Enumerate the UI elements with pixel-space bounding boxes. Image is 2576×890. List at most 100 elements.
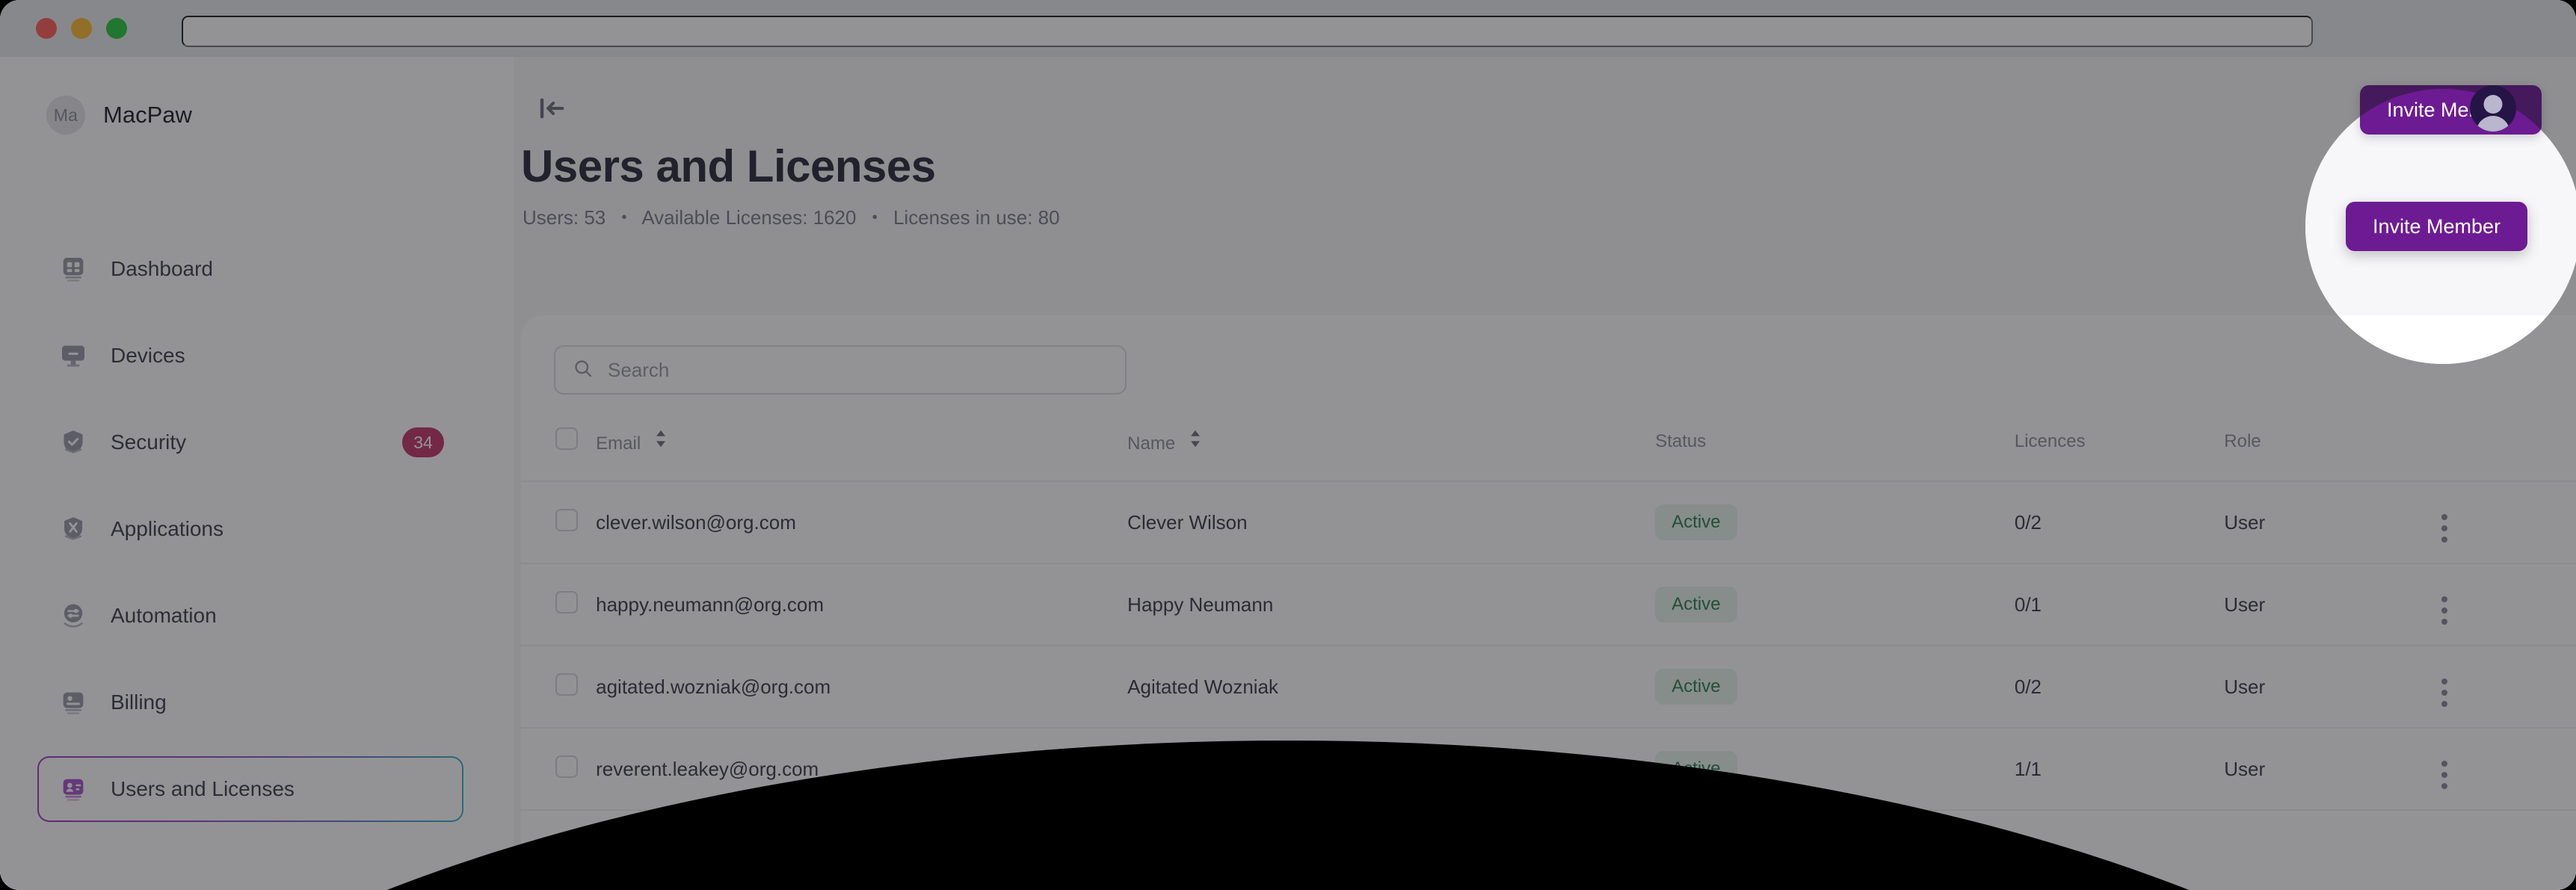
column-header-name[interactable]: Name	[1127, 427, 1655, 481]
sidebar-item-automation[interactable]: Automation	[37, 583, 463, 649]
window-titlebar	[0, 0, 2576, 57]
sidebar-item-label: Dashboard	[111, 257, 213, 280]
cell-role	[2224, 809, 2441, 890]
organization-name: MacPaw	[103, 102, 192, 128]
row-checkbox[interactable]	[555, 755, 578, 778]
organization-switcher[interactable]: Ma MacPaw	[46, 96, 192, 135]
row-select-cell	[521, 563, 597, 646]
main-content: Users and Licenses Users: 53 • Available…	[514, 57, 2576, 890]
cell-email: clever.wilson@org.com	[596, 480, 1128, 563]
billing-icon	[57, 686, 90, 719]
zoom-window-button[interactable]	[106, 18, 127, 39]
sidebar-item-applications[interactable]: Applications	[37, 496, 463, 562]
select-all-header	[521, 427, 596, 481]
column-label: Email	[596, 433, 641, 454]
table-row[interactable]: determined.wil	[521, 809, 2576, 890]
organization-avatar: Ma	[46, 96, 85, 135]
close-window-button[interactable]	[36, 18, 57, 39]
cell-email: agitated.wozniak@org.com	[596, 645, 1128, 728]
row-checkbox[interactable]	[555, 838, 578, 860]
cell-status	[1655, 809, 2015, 890]
cell-email: reverent.leakey@org.com	[596, 727, 1128, 810]
page-stats: Users: 53 • Available Licenses: 1620 • L…	[523, 206, 1060, 229]
avatar-body	[2476, 116, 2510, 132]
invite-member-button-highlighted[interactable]: Invite Member	[2346, 202, 2528, 251]
column-header-email[interactable]: Email	[596, 427, 1127, 481]
cell-name: Agitated Wozniak	[1127, 645, 1656, 728]
row-menu-icon[interactable]	[2441, 596, 2447, 625]
cell-actions	[2441, 809, 2576, 890]
page-body: Ma MacPaw Dashboard Devices Security 34 …	[0, 57, 2576, 890]
sidebar-nav: Dashboard Devices Security 34 Applicatio…	[37, 236, 463, 843]
row-menu-icon[interactable]	[2441, 761, 2447, 789]
cell-role: User	[2224, 563, 2441, 646]
automation-icon	[57, 599, 90, 632]
traffic-lights	[36, 18, 127, 39]
table-header-row: Email Name Status Licences Role	[521, 427, 2576, 481]
user-avatar-icon[interactable]	[2470, 85, 2516, 132]
table-row[interactable]: agitated.wozniak@org.com Agitated Woznia…	[521, 645, 2576, 728]
cell-name: Happy Neumann	[1127, 563, 1656, 646]
stat-licenses-in-use: Licenses in use: 80	[893, 206, 1060, 229]
cell-role: User	[2224, 645, 2441, 728]
cell-status: Active	[1655, 480, 2015, 563]
avatar-head	[2483, 95, 2503, 114]
sidebar-item-label: Applications	[111, 517, 224, 540]
sort-icon[interactable]	[653, 429, 668, 454]
security-alert-badge: 34	[402, 427, 444, 457]
users-table-head: Email Name Status Licences Role	[521, 427, 2576, 481]
sidebar-item-dashboard[interactable]: Dashboard	[37, 236, 463, 302]
sidebar-item-label: Billing	[111, 690, 167, 714]
status-badge: Active	[1655, 751, 1737, 787]
sort-icon[interactable]	[1188, 429, 1203, 454]
cell-status: Active	[1655, 645, 2015, 728]
table-row[interactable]: clever.wilson@org.com Clever Wilson Acti…	[521, 480, 2576, 563]
cell-licences: 0/1	[2014, 563, 2225, 646]
sidebar-item-billing[interactable]: Billing	[37, 670, 463, 735]
row-menu-icon[interactable]	[2441, 679, 2447, 707]
sidebar-item-devices[interactable]: Devices	[37, 323, 463, 389]
row-menu-icon[interactable]	[2441, 514, 2447, 543]
cell-role: User	[2224, 727, 2441, 810]
column-header-actions	[2441, 427, 2576, 481]
stat-available-licenses: Available Licenses: 1620	[641, 206, 857, 229]
sidebar-item-users-and-licenses[interactable]: Users and Licenses	[37, 756, 463, 822]
status-badge: Active	[1655, 504, 1737, 540]
sidebar-item-label: Automation	[111, 604, 217, 627]
cell-licences	[2014, 809, 2225, 890]
cell-licences: 1/1	[2014, 727, 2225, 810]
address-bar-input[interactable]	[182, 16, 2313, 47]
sidebar-item-security[interactable]: Security 34	[37, 410, 463, 475]
row-checkbox[interactable]	[555, 508, 578, 531]
cell-actions	[2441, 727, 2576, 810]
page-title: Users and Licenses	[521, 141, 936, 191]
row-checkbox[interactable]	[555, 673, 578, 696]
status-badge: Active	[1655, 669, 1737, 705]
search-input[interactable]	[608, 358, 1109, 382]
collapse-sidebar-icon[interactable]	[526, 84, 576, 133]
shield-icon	[57, 426, 90, 459]
select-all-checkbox[interactable]	[555, 427, 578, 450]
users-icon	[57, 773, 90, 806]
sidebar-item-label: Devices	[111, 344, 185, 367]
search-box[interactable]	[554, 345, 1127, 395]
column-header-role: Role	[2224, 430, 2261, 451]
cell-name: Reverent Leakey	[1127, 727, 1656, 810]
cell-name: Clever Wilson	[1127, 480, 1656, 563]
cell-role: User	[2224, 480, 2441, 563]
search-icon	[572, 357, 594, 383]
cell-status: Active	[1655, 563, 2015, 646]
status-badge: Active	[1655, 587, 1737, 622]
users-table: Email Name Status Licences Role clever.w…	[521, 427, 2576, 890]
table-row[interactable]: happy.neumann@org.com Happy Neumann Acti…	[521, 563, 2576, 646]
cell-actions	[2441, 645, 2576, 728]
cell-status: Active	[1655, 727, 2015, 810]
row-checkbox[interactable]	[555, 590, 578, 614]
column-header-status: Status	[1655, 430, 1707, 451]
minimize-window-button[interactable]	[71, 18, 92, 39]
sidebar: Ma MacPaw Dashboard Devices Security 34 …	[0, 57, 514, 890]
column-header-licences: Licences	[2014, 430, 2086, 451]
table-row[interactable]: reverent.leakey@org.com Reverent Leakey …	[521, 727, 2576, 810]
dashboard-icon	[57, 253, 90, 285]
cell-actions	[2441, 480, 2576, 563]
